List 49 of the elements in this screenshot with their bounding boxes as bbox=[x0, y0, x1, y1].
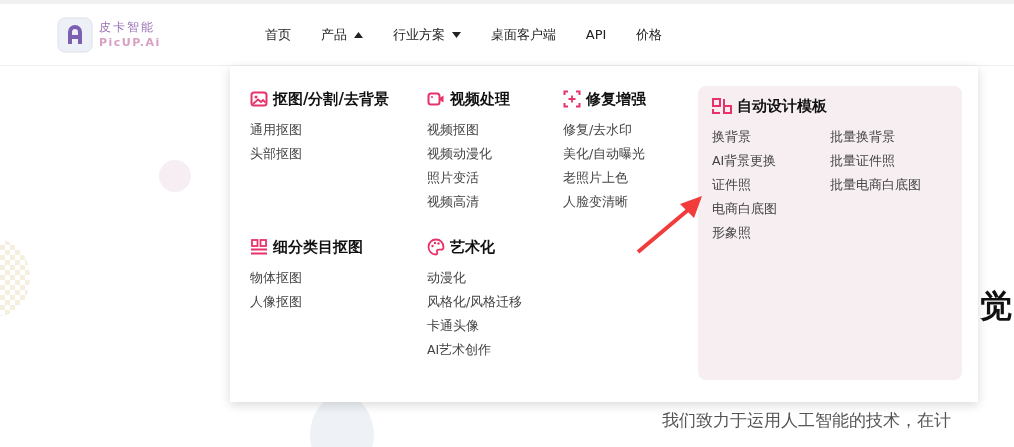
menu-link[interactable]: 修复/去水印 bbox=[563, 118, 633, 142]
category-heading: 艺术化 bbox=[450, 237, 495, 257]
nav-link[interactable]: 行业方案 bbox=[392, 25, 461, 44]
menu-link[interactable]: 通用抠图 bbox=[250, 118, 302, 142]
nav-link[interactable]: 产品 bbox=[320, 25, 363, 44]
menu-link[interactable]: 证件照 bbox=[712, 173, 751, 197]
hero-subtitle: 我们致力于运用人工智能的技术，在计 bbox=[662, 409, 951, 432]
logo-subtitle: PicUP.Ai bbox=[99, 34, 161, 50]
category-heading: 抠图/分割/去背景 bbox=[273, 89, 389, 109]
menu-link[interactable]: 物体抠图 bbox=[250, 266, 302, 290]
video-camera-icon bbox=[427, 90, 445, 108]
nav-link[interactable]: 首页 bbox=[264, 25, 291, 44]
enhance-frame-icon bbox=[563, 90, 581, 108]
menu-link[interactable]: 换背景 bbox=[712, 125, 751, 149]
hero-title: 觉 bbox=[980, 290, 1012, 322]
category-heading: 细分类目抠图 bbox=[273, 237, 363, 257]
image-icon bbox=[250, 90, 268, 108]
template-icon bbox=[712, 98, 732, 114]
menu-link[interactable]: 视频高清 bbox=[427, 190, 479, 214]
caret-icon bbox=[353, 31, 363, 38]
logo-icon[interactable] bbox=[57, 16, 93, 53]
menu-link[interactable]: 批量证件照 bbox=[830, 149, 895, 173]
palette-icon bbox=[427, 238, 445, 256]
menu-link[interactable]: 卡通头像 bbox=[427, 314, 479, 338]
menu-link[interactable]: 美化/自动曝光 bbox=[563, 142, 646, 166]
category-heading: 修复增强 bbox=[586, 89, 646, 109]
category-heading: 视频处理 bbox=[450, 89, 510, 109]
menu-link[interactable]: 头部抠图 bbox=[250, 142, 302, 166]
menu-link[interactable]: 形象照 bbox=[712, 221, 751, 245]
category-heading: 自动设计模板 bbox=[737, 96, 827, 116]
menu-link[interactable]: 电商白底图 bbox=[712, 197, 777, 221]
layout-icon bbox=[250, 238, 268, 256]
menu-link[interactable]: 照片变活 bbox=[427, 166, 479, 190]
menu-link[interactable]: 视频抠图 bbox=[427, 118, 479, 142]
menu-link[interactable]: 老照片上色 bbox=[563, 166, 628, 190]
menu-link[interactable]: AI背景更换 bbox=[712, 149, 777, 173]
menu-link[interactable]: 动漫化 bbox=[427, 266, 466, 290]
caret-icon bbox=[451, 31, 461, 38]
menu-link[interactable]: 批量电商白底图 bbox=[830, 173, 921, 197]
menu-link[interactable]: 批量换背景 bbox=[830, 125, 895, 149]
menu-link[interactable]: 人像抠图 bbox=[250, 290, 302, 314]
logo-name: 皮卡智能 bbox=[99, 19, 156, 35]
nav-link[interactable]: 价格 bbox=[636, 25, 663, 44]
nav-link[interactable]: API bbox=[585, 25, 607, 44]
menu-link[interactable]: 视频动漫化 bbox=[427, 142, 492, 166]
menu-link[interactable]: 人脸变清晰 bbox=[563, 190, 628, 214]
menu-link[interactable]: AI艺术创作 bbox=[427, 338, 492, 362]
menu-link[interactable]: 风格化/风格迁移 bbox=[427, 290, 523, 314]
nav-link[interactable]: 桌面客户端 bbox=[490, 25, 556, 44]
